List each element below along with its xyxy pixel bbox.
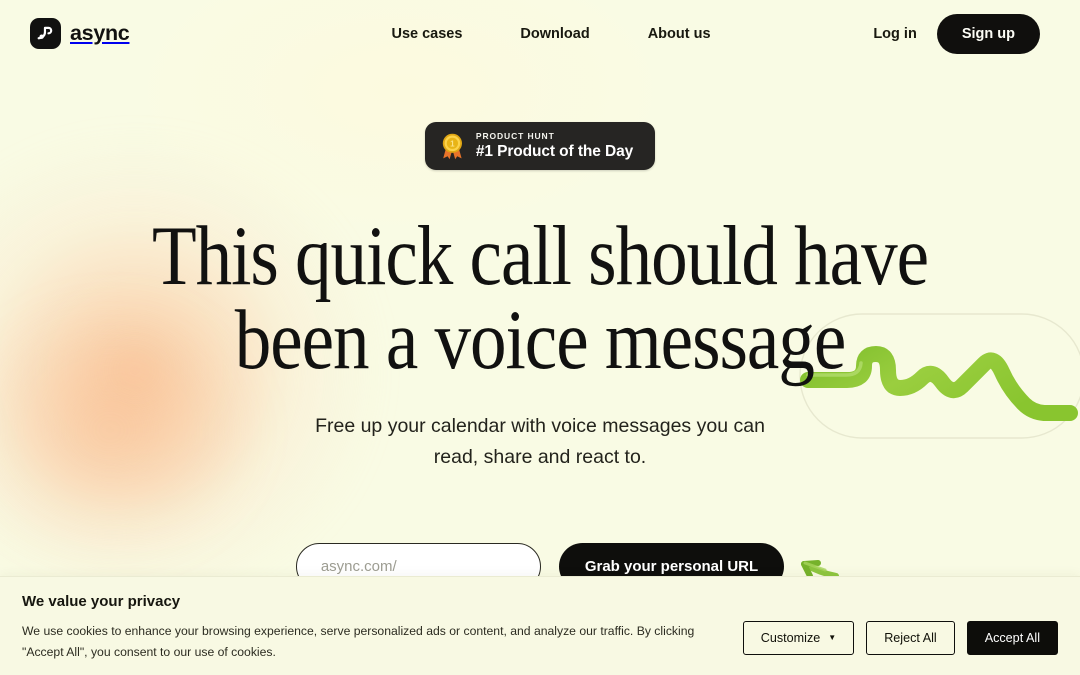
cookie-banner-body: We use cookies to enhance your browsing … [22, 624, 695, 659]
main-navigation: Use cases Download About us [391, 18, 710, 50]
hero-section: 1 PRODUCT HUNT #1 Product of the Day Thi… [0, 67, 1080, 472]
reject-all-cookies-button[interactable]: Reject All [866, 621, 955, 655]
site-header: async Use cases Download About us Log in… [0, 0, 1080, 67]
headline-line-1: This quick call should have [151, 209, 929, 303]
subheading-line-1: Free up your calendar with voice message… [315, 415, 729, 438]
product-hunt-title: #1 Product of the Day [475, 143, 634, 161]
cookie-banner-actions: Customize ▼ Reject All Accept All [742, 593, 1058, 655]
gold-medal-icon: 1 [440, 133, 465, 160]
brand-logo-link[interactable]: async [30, 18, 130, 49]
header-actions: Log in Sign up [873, 13, 1040, 54]
product-hunt-eyebrow: PRODUCT HUNT [475, 131, 555, 141]
customize-label: Customize [760, 631, 821, 645]
login-link[interactable]: Log in [873, 26, 917, 42]
nav-item-download[interactable]: Download [520, 18, 589, 50]
cookie-banner-text: We value your privacy We use cookies to … [22, 593, 738, 663]
signup-button[interactable]: Sign up [936, 13, 1040, 54]
headline-line-2: been a voice message [234, 293, 847, 388]
customize-cookies-button[interactable]: Customize ▼ [742, 621, 855, 655]
svg-text:1: 1 [450, 139, 455, 148]
accept-all-cookies-button[interactable]: Accept All [966, 621, 1058, 655]
cookie-banner-title: We value your privacy [22, 593, 181, 610]
product-hunt-badge[interactable]: 1 PRODUCT HUNT #1 Product of the Day [424, 122, 656, 170]
cookie-consent-banner: We value your privacy We use cookies to … [0, 576, 1080, 675]
nav-item-about-us[interactable]: About us [648, 18, 711, 50]
async-logo-mark-icon [30, 18, 61, 49]
hero-subheading: Free up your calendar with voice message… [305, 411, 775, 471]
nav-item-use-cases[interactable]: Use cases [391, 18, 462, 50]
product-hunt-badge-text: PRODUCT HUNT #1 Product of the Day [476, 131, 633, 161]
chevron-down-icon: ▼ [828, 633, 837, 642]
brand-name: async [70, 21, 130, 45]
page-title: This quick call should have been a voice… [76, 209, 1005, 388]
